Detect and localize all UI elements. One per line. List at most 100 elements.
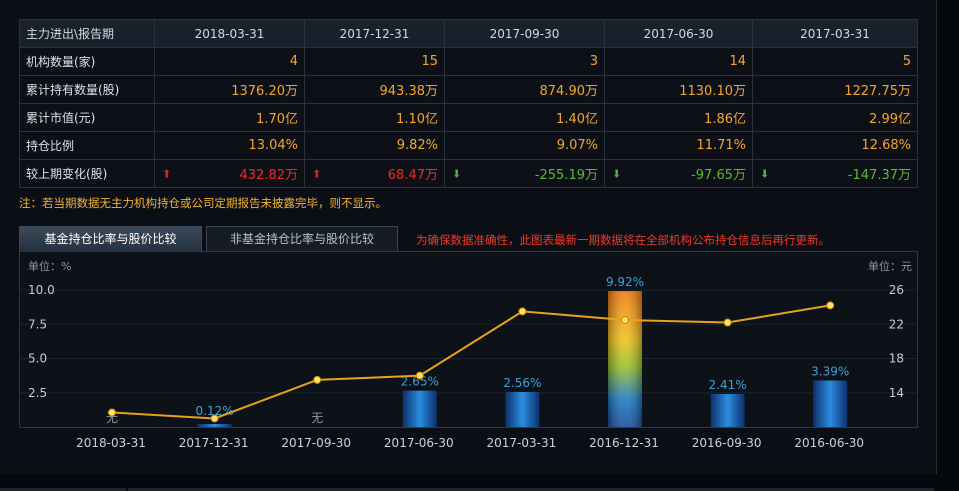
cell-value: 1.70亿	[256, 112, 298, 127]
x-tick-label: 2016-06-30	[794, 436, 865, 450]
cell-value: 3	[589, 54, 598, 69]
data-accuracy-warning: 为确保数据准确性，此图表最新一期数据将在全部机构公布持仓信息后再行更新。	[416, 233, 830, 247]
cell-value: 4	[289, 54, 298, 69]
value-cell: 2.99亿	[752, 103, 918, 132]
holding-ratio-bar	[710, 393, 745, 427]
price-point	[826, 301, 835, 310]
change-value: -97.65万	[691, 168, 746, 183]
change-value: -147.37万	[847, 168, 911, 183]
arrow-up-icon: ⬆	[312, 167, 322, 180]
cell-value: 2.99亿	[869, 112, 911, 127]
value-cell: 14	[604, 47, 753, 76]
holding-ratio-bar	[813, 380, 848, 427]
period-header[interactable]: 2017-06-30	[604, 19, 753, 48]
table-row: 累计市值(元) 1.70亿 1.10亿 1.40亿 1.86亿 2.99亿	[19, 103, 918, 132]
cell-value: 15	[421, 54, 438, 69]
row-label: 较上期变化(股)	[19, 159, 155, 188]
price-point	[723, 318, 732, 327]
left-tick-label: 5.0	[28, 352, 47, 366]
holdings-table: 主力进出\报告期 2018-03-31 2017-12-31 2017-09-3…	[19, 19, 918, 188]
value-cell: 4	[154, 47, 305, 76]
right-tick-label: 26	[889, 283, 904, 297]
value-cell: 9.07%	[444, 131, 605, 160]
price-point	[210, 414, 219, 423]
arrow-down-icon: ⬇	[760, 167, 770, 180]
holding-ratio-bar	[505, 391, 540, 427]
price-point	[621, 315, 629, 324]
change-value: 68.47万	[387, 168, 438, 183]
price-point	[415, 371, 424, 380]
period-header[interactable]: 2018-03-31	[154, 19, 305, 48]
change-value: -255.19万	[534, 168, 598, 183]
change-cell: ⬇ -147.37万	[752, 159, 918, 188]
period-header[interactable]: 2017-09-30	[444, 19, 605, 48]
right-tick-label: 14	[889, 386, 904, 400]
x-tick-label: 2017-12-31	[178, 436, 249, 450]
value-cell: 5	[752, 47, 918, 76]
bar-value-label: 2.41%	[709, 378, 747, 392]
value-cell: 1.10亿	[304, 103, 445, 132]
right-tick-label: 18	[889, 352, 904, 366]
table-corner-header: 主力进出\报告期	[19, 19, 155, 48]
bottom-strip	[0, 474, 959, 491]
cell-value: 943.38万	[379, 84, 439, 99]
bar-value-label: 无	[311, 411, 323, 425]
value-cell: 1130.10万	[604, 75, 753, 104]
value-cell: 943.38万	[304, 75, 445, 104]
cell-value: 9.82%	[396, 138, 438, 153]
table-header-row: 主力进出\报告期 2018-03-31 2017-12-31 2017-09-3…	[19, 19, 918, 48]
change-cell: ⬆ 432.82万	[154, 159, 305, 188]
cell-value: 9.07%	[556, 138, 598, 153]
row-label: 累计持有数量(股)	[19, 75, 155, 104]
value-cell: 874.90万	[444, 75, 605, 104]
value-cell: 12.68%	[752, 131, 918, 160]
bar-value-label: 2.56%	[503, 376, 541, 390]
x-tick-label: 2017-09-30	[281, 436, 352, 450]
row-label: 机构数量(家)	[19, 47, 155, 76]
change-cell: ⬇ -255.19万	[444, 159, 605, 188]
holding-ratio-bar	[197, 424, 232, 427]
table-footnote: 注：若当期数据无主力机构持仓或公司定期报告未披露完毕，则不显示。	[19, 196, 387, 210]
value-cell: 1227.75万	[752, 75, 918, 104]
period-header[interactable]: 2017-03-31	[752, 19, 918, 48]
x-tick-label: 2016-09-30	[691, 436, 762, 450]
cell-value: 874.90万	[539, 84, 599, 99]
table-row: 累计持有数量(股) 1376.20万 943.38万 874.90万 1130.10万 1…	[19, 75, 918, 104]
cell-value: 1.10亿	[396, 112, 438, 127]
left-tick-label: 7.5	[28, 317, 47, 331]
change-value: 432.82万	[239, 168, 299, 183]
table-row: 持仓比例 13.04% 9.82% 9.07% 11.71% 12.68%	[19, 131, 918, 160]
table-row: 机构数量(家) 4 15 3 14 5	[19, 47, 918, 76]
bar-value-label: 3.39%	[811, 365, 849, 379]
price-point	[313, 375, 322, 384]
left-unit-label: 单位：%	[28, 259, 71, 273]
value-cell: 1.86亿	[604, 103, 753, 132]
cell-value: 1.86亿	[704, 112, 746, 127]
x-tick-label: 2018-03-31	[76, 436, 146, 450]
cell-value: 5	[902, 54, 911, 69]
cell-value: 1376.20万	[231, 84, 298, 99]
change-cell: ⬇ -97.65万	[604, 159, 753, 188]
cell-value: 1227.75万	[844, 84, 911, 99]
arrow-down-icon: ⬇	[612, 167, 622, 180]
cell-value: 12.68%	[861, 138, 911, 153]
left-tick-label: 10.0	[28, 283, 55, 297]
value-cell: 9.82%	[304, 131, 445, 160]
table-row: 较上期变化(股) ⬆ 432.82万 ⬆ 68.47万 ⬇ -255.19万 ⬇ -97.65万…	[19, 159, 918, 188]
tab-nonfund-holding-vs-price[interactable]: 非基金持仓比率与股价比较	[206, 226, 398, 251]
bar-value-label: 9.92%	[606, 275, 644, 289]
holding-ratio-bar	[402, 390, 437, 427]
x-tick-label: 2017-06-30	[383, 436, 454, 450]
row-label: 持仓比例	[19, 131, 155, 160]
value-cell: 1.70亿	[154, 103, 305, 132]
x-tick-label: 2017-03-31	[486, 436, 557, 450]
row-label: 累计市值(元)	[19, 103, 155, 132]
holding-ratio-bar-shade	[608, 291, 642, 427]
holding-ratio-chart-panel: 单位：% 单位：元 10.0 7.5 5.0 2.5 26 22 18 14 无 0.12% 无 2.65…	[19, 251, 918, 428]
value-cell: 1.40亿	[444, 103, 605, 132]
holding-ratio-chart: 单位：% 单位：元10.07.55.02.526221814无 0.12% 无2.65…	[20, 259, 917, 427]
tab-fund-holding-vs-price[interactable]: 基金持仓比率与股价比较	[19, 226, 202, 251]
change-cell: ⬆ 68.47万	[304, 159, 445, 188]
value-cell: 11.71%	[604, 131, 753, 160]
period-header[interactable]: 2017-12-31	[304, 19, 445, 48]
